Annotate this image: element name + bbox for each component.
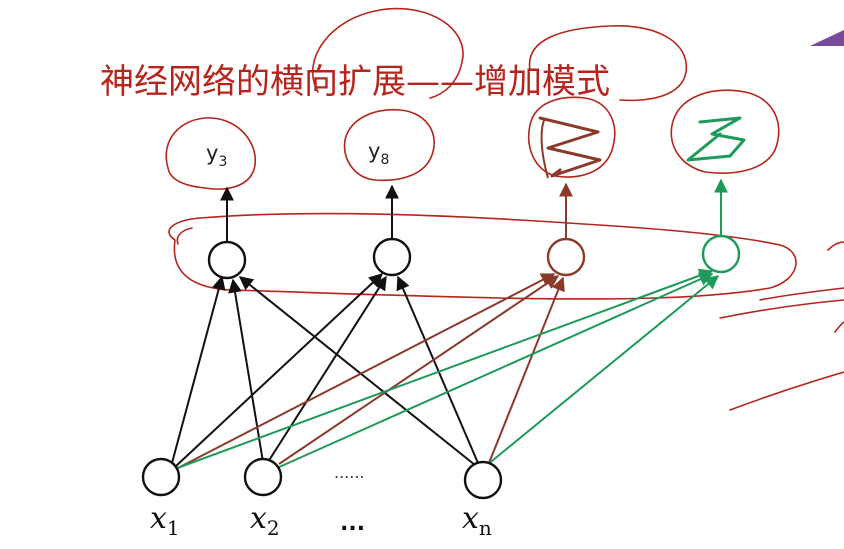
input-label-xn: xn bbox=[462, 501, 492, 540]
green-scribble-symbol bbox=[686, 116, 746, 162]
page-title: 神经网络的横向扩展——增加模式 bbox=[100, 62, 610, 102]
edges-black bbox=[171, 273, 479, 467]
hidden-node-3 bbox=[546, 237, 586, 277]
hidden-node-4 bbox=[701, 234, 741, 274]
input-label-x2: x2 bbox=[250, 501, 280, 540]
corner-mark bbox=[810, 30, 844, 46]
bottom-ellipsis: ... bbox=[340, 511, 365, 536]
input-node-x2 bbox=[243, 457, 283, 497]
output-label-y3: y3 bbox=[206, 141, 227, 170]
input-node-x1 bbox=[141, 457, 181, 497]
neural-network-diagram: 神经网络的横向扩展——增加模式 y3 y8 ...... ... x1 x2 x… bbox=[100, 7, 844, 540]
hidden-node-1 bbox=[207, 240, 247, 280]
hidden-node-2 bbox=[372, 237, 412, 277]
input-node-xn bbox=[463, 460, 503, 500]
middle-ellipsis: ...... bbox=[334, 463, 365, 482]
input-label-x1: x1 bbox=[150, 501, 180, 540]
brown-zigzag-symbol bbox=[538, 116, 602, 178]
output-label-y8: y8 bbox=[368, 139, 389, 168]
